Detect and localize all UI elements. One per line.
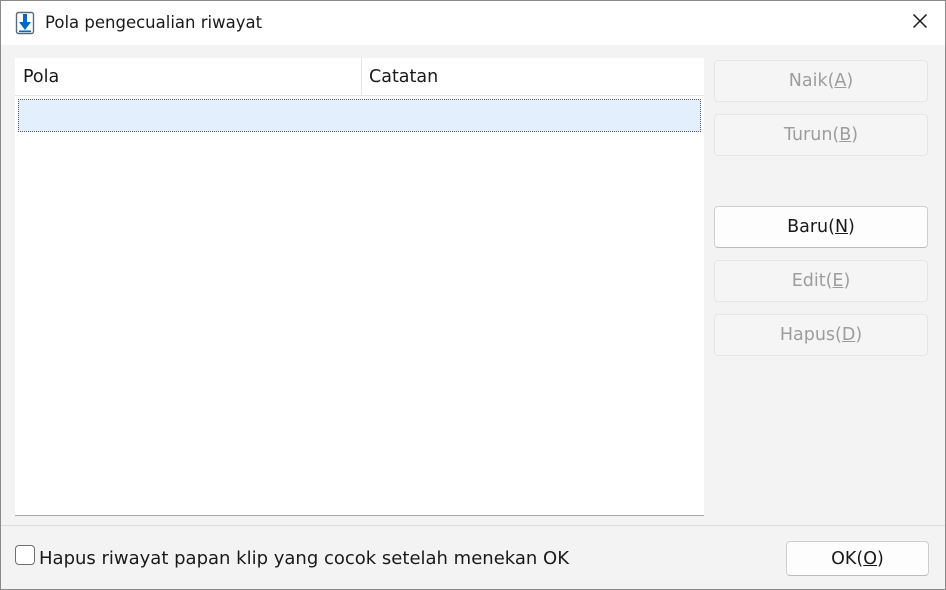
new-button[interactable]: Baru(N) — [714, 206, 928, 248]
column-label: Catatan — [369, 67, 439, 87]
pattern-list[interactable]: Pola Catatan — [15, 58, 704, 516]
column-label: Pola — [23, 67, 60, 87]
row-cell-pola — [19, 100, 363, 131]
column-header-catatan[interactable]: Catatan — [362, 58, 704, 96]
delete-button[interactable]: Hapus(D) — [714, 314, 928, 356]
clear-history-label[interactable]: Hapus riwayat papan klip yang cocok sete… — [39, 545, 569, 573]
title-bar: Pola pengecualian riwayat — [1, 1, 945, 45]
dialog-body: Pola Catatan Naik(A) Turun(B) Baru(N) Ed… — [1, 45, 945, 589]
clear-history-checkbox[interactable] — [15, 545, 35, 565]
edit-button[interactable]: Edit(E) — [714, 260, 928, 302]
list-header: Pola Catatan — [15, 58, 704, 96]
column-header-pola[interactable]: Pola — [15, 58, 362, 96]
ok-button[interactable]: OK(O) — [786, 541, 929, 576]
window-title: Pola pengecualian riwayat — [45, 13, 263, 32]
list-row-selected[interactable] — [18, 99, 701, 132]
download-arrow-icon — [15, 11, 35, 35]
move-up-button[interactable]: Naik(A) — [714, 60, 928, 102]
move-down-button[interactable]: Turun(B) — [714, 114, 928, 156]
close-icon — [912, 13, 928, 33]
row-cell-catatan — [363, 100, 700, 131]
footer-divider — [1, 525, 945, 526]
close-button[interactable] — [895, 1, 945, 45]
dialog-window: Pola pengecualian riwayat Pola Catatan N… — [0, 0, 946, 590]
